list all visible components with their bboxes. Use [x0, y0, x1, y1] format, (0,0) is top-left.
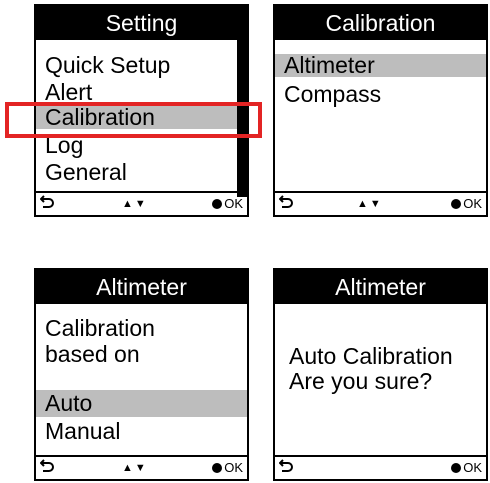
ok-dot-icon — [212, 463, 223, 473]
up-down-icon[interactable]: ▲▼ — [122, 462, 148, 474]
softkey-bar: OK — [275, 457, 486, 479]
menu-item-quick-setup[interactable]: Quick Setup — [36, 54, 247, 77]
option-manual[interactable]: Manual — [36, 418, 247, 445]
softkey-bar: ▲▼ OK — [275, 193, 486, 215]
back-arrow-icon[interactable] — [278, 458, 293, 477]
setting-title: Setting — [36, 6, 247, 40]
option-auto[interactable]: Auto — [36, 390, 247, 417]
back-arrow-icon[interactable] — [39, 194, 54, 213]
altimeter-confirm-screen: Altimeter Auto Calibration Are you sure?… — [273, 268, 488, 481]
calibration-title: Calibration — [275, 6, 486, 40]
menu-item-compass[interactable]: Compass — [275, 83, 486, 106]
altimeter-mode-screen: Altimeter Calibration based on Auto Manu… — [34, 268, 249, 481]
altimeter-title: Altimeter — [36, 270, 247, 304]
up-down-icon[interactable]: ▲▼ — [122, 198, 148, 210]
calibration-highlight-frame — [5, 102, 262, 138]
back-arrow-icon[interactable] — [39, 458, 54, 477]
menu-item-alert[interactable]: Alert — [36, 81, 247, 104]
up-down-icon[interactable]: ▲▼ — [357, 198, 383, 210]
altimeter-title: Altimeter — [275, 270, 486, 304]
ok-dot-icon — [451, 199, 462, 209]
ok-button[interactable]: OK — [451, 460, 482, 475]
ok-label: OK — [224, 196, 243, 211]
ok-label: OK — [224, 460, 243, 475]
softkey-bar: ▲▼ OK — [36, 193, 247, 215]
calibration-screen: Calibration Altimeter Compass ▲▼ OK — [273, 4, 488, 217]
ok-button[interactable]: OK — [451, 196, 482, 211]
menu-item-altimeter[interactable]: Altimeter — [275, 54, 486, 77]
ok-button[interactable]: OK — [212, 196, 243, 211]
confirm-message-line-2: Are you sure? — [289, 368, 433, 394]
ok-label: OK — [463, 196, 482, 211]
prompt-line-2: based on — [45, 341, 140, 367]
ok-button[interactable]: OK — [212, 460, 243, 475]
softkey-bar: ▲▼ OK — [36, 457, 247, 479]
ok-label: OK — [463, 460, 482, 475]
prompt-line-1: Calibration — [45, 315, 155, 341]
confirm-message-line-1: Auto Calibration — [289, 343, 453, 369]
ok-dot-icon — [212, 199, 223, 209]
back-arrow-icon[interactable] — [278, 194, 293, 213]
menu-item-general[interactable]: General — [36, 161, 247, 184]
ok-dot-icon — [451, 463, 462, 473]
